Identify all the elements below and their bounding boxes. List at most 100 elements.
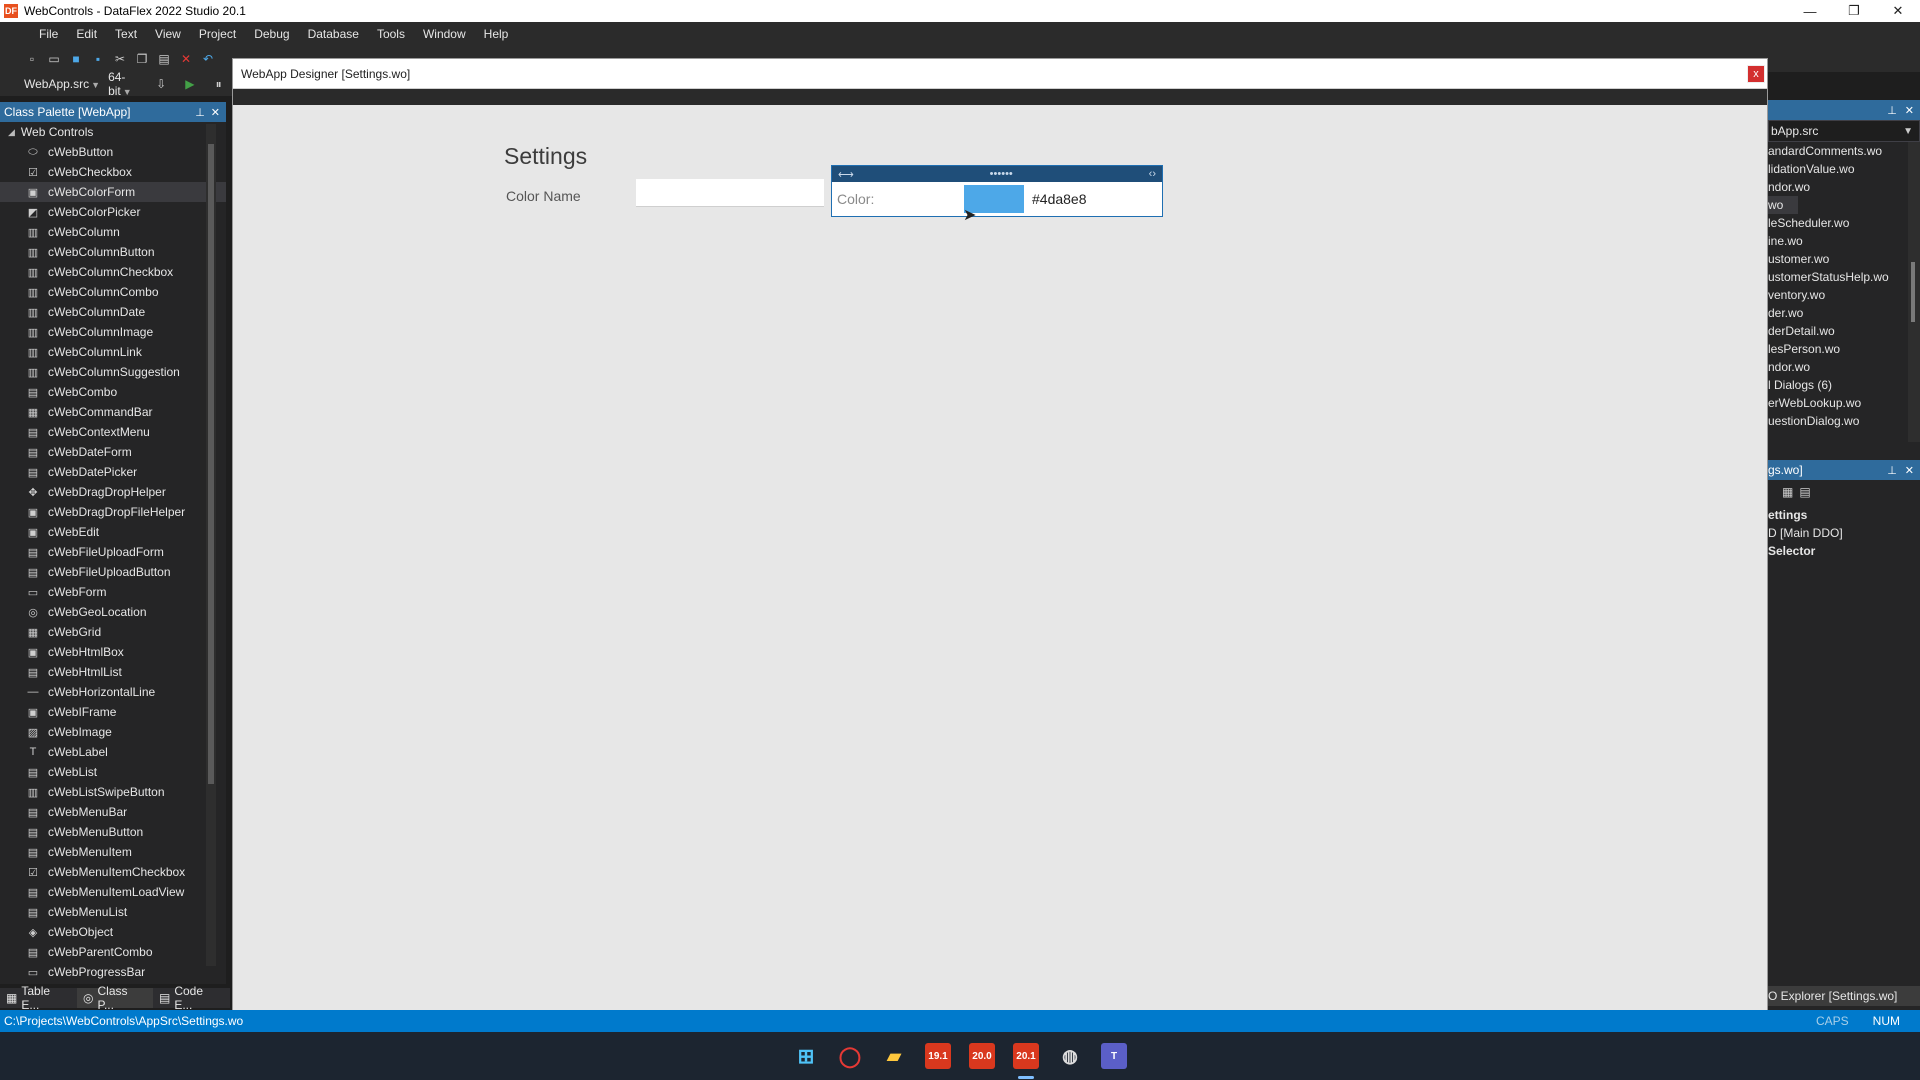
control-drag-bar[interactable]: ⟷ •••••• ‹› — [832, 166, 1162, 182]
palette-item[interactable]: ▤ cWebFileUploadButton — [0, 562, 226, 582]
palette-item[interactable]: ▥ cWebColumnLink — [0, 342, 226, 362]
undo-icon[interactable]: ↶ — [200, 51, 216, 67]
workspace-scrollbar[interactable] — [1908, 142, 1920, 442]
workspace-file-item[interactable]: ndor.wo — [1768, 358, 1920, 376]
palette-item[interactable]: ▤ cWebParentCombo — [0, 942, 226, 962]
pin-icon[interactable]: ⊥ — [195, 106, 205, 119]
dataflex-20-1-icon[interactable]: 20.1 — [1013, 1043, 1039, 1079]
delete-icon[interactable]: ✕ — [178, 51, 194, 67]
palette-item[interactable]: ▤ cWebMenuItemLoadView — [0, 882, 226, 902]
expand-triangle-icon[interactable]: ◢ — [8, 127, 15, 138]
palette-item[interactable]: ▥ cWebColumnDate — [0, 302, 226, 322]
workspace-file-item[interactable]: erWebLookup.wo — [1768, 394, 1920, 412]
close-panel-icon[interactable]: ✕ — [211, 106, 220, 119]
palette-item[interactable]: ⬭ cWebButton — [0, 142, 226, 162]
palette-item[interactable]: ▣ cWebDragDropFileHelper — [0, 502, 226, 522]
palette-item[interactable]: — cWebHorizontalLine — [0, 682, 226, 702]
palette-item[interactable]: ▤ cWebHtmlList — [0, 662, 226, 682]
platform-combo[interactable]: 64-bit ▼ — [108, 70, 146, 98]
palette-item[interactable]: ▤ cWebContextMenu — [0, 422, 226, 442]
palette-item[interactable]: ▤ cWebDatePicker — [0, 462, 226, 482]
palette-item[interactable]: ▥ cWebColumn — [0, 222, 226, 242]
workspace-file-item[interactable]: lidationValue.wo — [1768, 160, 1920, 178]
cut-icon[interactable]: ✂ — [112, 51, 128, 67]
new-file-icon[interactable]: ▫ — [24, 51, 40, 67]
copy-icon[interactable]: ❐ — [134, 51, 150, 67]
palette-item[interactable]: ▤ cWebCombo — [0, 382, 226, 402]
ddo-structure-icon[interactable]: ▦ — [1782, 485, 1793, 499]
palette-item[interactable]: ▤ cWebDateForm — [0, 442, 226, 462]
dataflex-20-0-icon[interactable]: 20.0 — [969, 1043, 995, 1069]
menu-text[interactable]: Text — [106, 27, 146, 41]
close-panel-icon[interactable]: ✕ — [1905, 464, 1914, 477]
workspace-file-item[interactable]: l Dialogs (6) — [1768, 376, 1920, 394]
palette-item[interactable]: ▣ cWebEdit — [0, 522, 226, 542]
palette-item[interactable]: ▭ cWebProgressBar — [0, 962, 226, 982]
palette-item[interactable]: ▥ cWebColumnImage — [0, 322, 226, 342]
workspace-file-item[interactable]: der.wo — [1768, 304, 1920, 322]
pin-icon[interactable]: ⊥ — [1887, 464, 1897, 477]
palette-item[interactable]: ☑ cWebMenuItemCheckbox — [0, 862, 226, 882]
tree-node-settings[interactable]: ettings — [1768, 506, 1920, 524]
palette-item[interactable]: ▥ cWebColumnSuggestion — [0, 362, 226, 382]
workspace-file-item[interactable]: ustomerStatusHelp.wo — [1768, 268, 1920, 286]
save-icon[interactable]: ■ — [68, 51, 84, 67]
workspace-file-item[interactable]: uestionDialog.wo — [1768, 412, 1920, 430]
palette-item[interactable]: ◎ cWebGeoLocation — [0, 602, 226, 622]
palette-item[interactable]: ◩ cWebColorPicker — [0, 202, 226, 222]
designer-close-button[interactable]: x — [1747, 65, 1765, 83]
workspace-file-item[interactable]: ustomer.wo — [1768, 250, 1920, 268]
palette-item[interactable]: ▤ cWebMenuBar — [0, 802, 226, 822]
workspace-file-item[interactable]: ventory.wo — [1768, 286, 1920, 304]
workspace-file-item[interactable]: leScheduler.wo — [1768, 214, 1920, 232]
windows-start-icon[interactable]: ⊞ — [793, 1043, 819, 1069]
tab-class-palette[interactable]: ◎ Class P... — [77, 984, 153, 1012]
palette-item[interactable]: ▭ cWebForm — [0, 582, 226, 602]
save-all-icon[interactable]: ▪ — [90, 51, 106, 67]
menu-tools[interactable]: Tools — [368, 27, 414, 41]
menu-view[interactable]: View — [146, 27, 190, 41]
palette-item[interactable]: ▣ cWebHtmlBox — [0, 642, 226, 662]
menu-window[interactable]: Window — [414, 27, 475, 41]
workspace-file-item[interactable]: derDetail.wo — [1768, 322, 1920, 340]
tab-code-explorer[interactable]: ▤ Code E... — [153, 984, 230, 1012]
pin-icon[interactable]: ⊥ — [1887, 104, 1897, 117]
menu-file[interactable]: File — [30, 27, 67, 41]
menu-help[interactable]: Help — [475, 27, 518, 41]
tab-table-explorer[interactable]: ▦ Table E... — [0, 984, 77, 1012]
minimize-button[interactable]: — — [1788, 0, 1832, 22]
color-name-input[interactable] — [636, 179, 824, 207]
chrome-icon[interactable]: ◍ — [1057, 1043, 1083, 1069]
palette-item[interactable]: ▦ cWebCommandBar — [0, 402, 226, 422]
menu-database[interactable]: Database — [299, 27, 368, 41]
maximize-button[interactable]: ❐ — [1832, 0, 1876, 22]
compile-icon[interactable]: ⇩ — [154, 76, 169, 92]
palette-item[interactable]: ▤ cWebList — [0, 762, 226, 782]
close-panel-icon[interactable]: ✕ — [1905, 104, 1914, 117]
run-icon[interactable]: ▶ — [183, 76, 198, 92]
opera-browser-icon[interactable]: ◯ — [837, 1043, 863, 1069]
menu-edit[interactable]: Edit — [67, 27, 106, 41]
menu-project[interactable]: Project — [190, 27, 245, 41]
web-controls-group[interactable]: ◢ Web Controls — [0, 122, 226, 142]
palette-item[interactable]: TcWebLabel — [0, 742, 226, 762]
palette-item[interactable]: ▤ cWebMenuButton — [0, 822, 226, 842]
color-hex-value[interactable]: #4da8e8 — [1024, 191, 1087, 207]
palette-scrollbar[interactable] — [206, 124, 216, 966]
palette-item[interactable]: ▥ cWebListSwipeButton — [0, 782, 226, 802]
workspace-file-item[interactable]: wo — [1768, 196, 1798, 214]
close-window-button[interactable]: ✕ — [1876, 0, 1920, 22]
workspace-combo[interactable]: WebApp.src ▼ — [24, 77, 100, 91]
resize-code-icon[interactable]: ‹› — [1149, 168, 1156, 180]
workspace-file-item[interactable]: lesPerson.wo — [1768, 340, 1920, 358]
palette-item[interactable]: ▦ cWebGrid — [0, 622, 226, 642]
open-folder-icon[interactable]: ▭ — [46, 51, 62, 67]
palette-item[interactable]: ✥ cWebDragDropHelper — [0, 482, 226, 502]
palette-item[interactable]: ▤ cWebMenuList — [0, 902, 226, 922]
resize-horizontal-icon[interactable]: ⟷ — [838, 168, 854, 181]
designer-canvas[interactable]: Settings Color Name ⟷ •••••• ‹› Color: #… — [233, 105, 1767, 1031]
pause-icon[interactable]: ⏸ — [211, 76, 226, 92]
palette-item[interactable]: ▣ cWebColorForm — [0, 182, 226, 202]
drag-handle-icon[interactable]: •••••• — [990, 168, 1013, 180]
tree-node-main-ddo[interactable]: D [Main DDO] — [1768, 524, 1920, 542]
